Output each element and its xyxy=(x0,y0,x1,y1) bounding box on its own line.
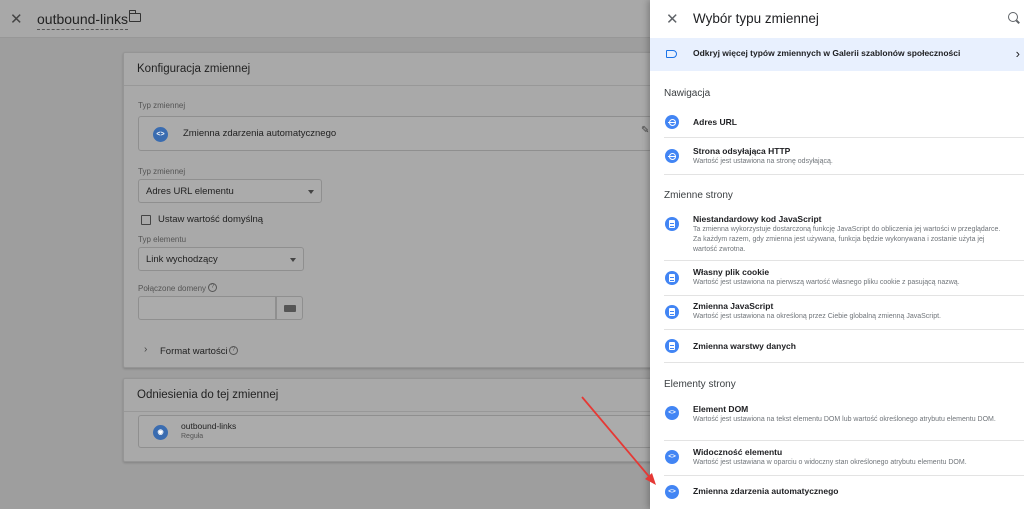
caret-down-icon xyxy=(290,258,296,262)
item-description: Wartość jest ustawiona na określoną prze… xyxy=(693,313,941,320)
config-card-title: Konfiguracja zmiennej xyxy=(124,53,652,86)
connected-domains-label: Połączone domeny xyxy=(138,284,207,293)
document-icon xyxy=(665,271,679,285)
panel-title: Wybór typu zmiennej xyxy=(693,11,819,26)
variable-type-label-2: Typ zmiennej xyxy=(138,167,186,176)
variable-type-value: Zmienna zdarzenia automatycznego xyxy=(183,128,337,139)
chevron-right-icon[interactable]: › xyxy=(144,344,147,355)
item-description: Wartość jest ustawiona na pierwszą warto… xyxy=(693,279,960,286)
divider xyxy=(664,362,1024,363)
document-icon xyxy=(665,305,679,319)
item-description: Wartość jest ustawiona na stronę odsyłaj… xyxy=(693,158,833,165)
element-type-select-value: Link wychodzący xyxy=(146,254,218,265)
element-type-label: Typ elementu xyxy=(138,235,187,244)
item-title: Niestandardowy kod JavaScript xyxy=(693,214,822,224)
variable-brick-icon xyxy=(284,305,296,312)
item-description: Wartość jest ustawiana w oparciu o widoc… xyxy=(693,459,967,466)
item-title: Adres URL xyxy=(693,117,737,127)
folder-icon[interactable] xyxy=(128,10,141,22)
search-icon[interactable] xyxy=(1008,12,1018,22)
references-card-title: Odniesienia do tej zmiennej xyxy=(124,379,652,412)
section-title-navigation: Nawigacja xyxy=(664,88,711,99)
close-icon[interactable]: ✕ xyxy=(10,10,23,28)
community-gallery-text: Odkryj więcej typów zmiennych w Galerii … xyxy=(693,48,961,58)
edit-pencil-icon[interactable]: ✎ xyxy=(641,125,649,136)
variable-type-panel: ✕ Wybór typu zmiennej Odkryj więcej typó… xyxy=(650,0,1024,509)
divider xyxy=(664,137,1024,138)
divider xyxy=(664,329,1024,330)
trigger-icon: ◉ xyxy=(153,425,168,440)
divider xyxy=(664,260,1024,261)
variable-name-field[interactable]: outbound-links xyxy=(37,11,129,30)
reference-name: outbound-links xyxy=(181,421,237,431)
item-title: Zmienna JavaScript xyxy=(693,301,774,311)
help-icon[interactable]: ? xyxy=(229,346,238,355)
tag-icon xyxy=(666,50,677,58)
default-value-checkbox[interactable] xyxy=(141,215,151,225)
item-title: Własny plik cookie xyxy=(693,267,770,277)
variable-type-label: Typ zmiennej xyxy=(138,101,186,110)
variable-references-card: Odniesienia do tej zmiennej ◉ outbound-l… xyxy=(123,378,653,462)
divider xyxy=(664,174,1024,175)
item-title: Widoczność elementu xyxy=(693,447,783,457)
globe-icon xyxy=(665,149,679,163)
document-icon xyxy=(665,217,679,231)
variable-type-select-value: Adres URL elementu xyxy=(146,186,234,197)
variable-config-card: Konfiguracja zmiennej Typ zmiennej <> Zm… xyxy=(123,52,653,368)
item-title: Zmienna warstwy danych xyxy=(693,341,796,351)
connected-domains-input[interactable] xyxy=(138,296,276,320)
caret-down-icon xyxy=(308,190,314,194)
reference-type: Reguła xyxy=(181,433,204,440)
close-icon[interactable]: ✕ xyxy=(666,10,679,28)
divider xyxy=(664,475,1024,476)
item-description: Wartość jest ustawiona na tekst elementu… xyxy=(693,416,996,423)
chevron-right-icon: › xyxy=(1015,46,1020,61)
community-gallery-banner[interactable]: Odkryj więcej typów zmiennych w Galerii … xyxy=(650,38,1024,71)
panel-header: ✕ Wybór typu zmiennej xyxy=(650,0,1024,38)
value-format-toggle[interactable]: Format wartości xyxy=(160,346,228,357)
code-icon: <> xyxy=(153,127,168,142)
variable-picker-button[interactable] xyxy=(276,296,303,320)
editor-topbar: ✕ outbound-links xyxy=(0,0,650,38)
element-type-select[interactable]: Link wychodzący xyxy=(138,247,304,271)
help-icon[interactable]: ? xyxy=(208,283,217,292)
item-title: Element DOM xyxy=(693,404,749,414)
item-description: Ta zmienna wykorzystuje dostarczoną funk… xyxy=(693,226,1001,253)
variable-type-select[interactable]: Adres URL elementu xyxy=(138,179,322,203)
globe-icon xyxy=(665,115,679,129)
document-icon xyxy=(665,339,679,353)
reference-item[interactable]: ◉ outbound-links Reguła xyxy=(138,415,652,448)
divider xyxy=(664,295,1024,296)
default-value-label: Ustaw wartość domyślną xyxy=(158,214,264,225)
item-title: Zmienna zdarzenia automatycznego xyxy=(693,486,839,496)
code-icon: <> xyxy=(665,406,679,420)
divider xyxy=(664,440,1024,441)
code-icon: <> xyxy=(665,485,679,499)
code-icon: <> xyxy=(665,450,679,464)
section-title-page-elements: Elementy strony xyxy=(664,379,736,390)
item-title: Strona odsyłająca HTTP xyxy=(693,146,791,156)
variable-type-selector[interactable]: <> Zmienna zdarzenia automatycznego xyxy=(138,116,652,151)
section-title-page-variables: Zmienne strony xyxy=(664,190,733,201)
